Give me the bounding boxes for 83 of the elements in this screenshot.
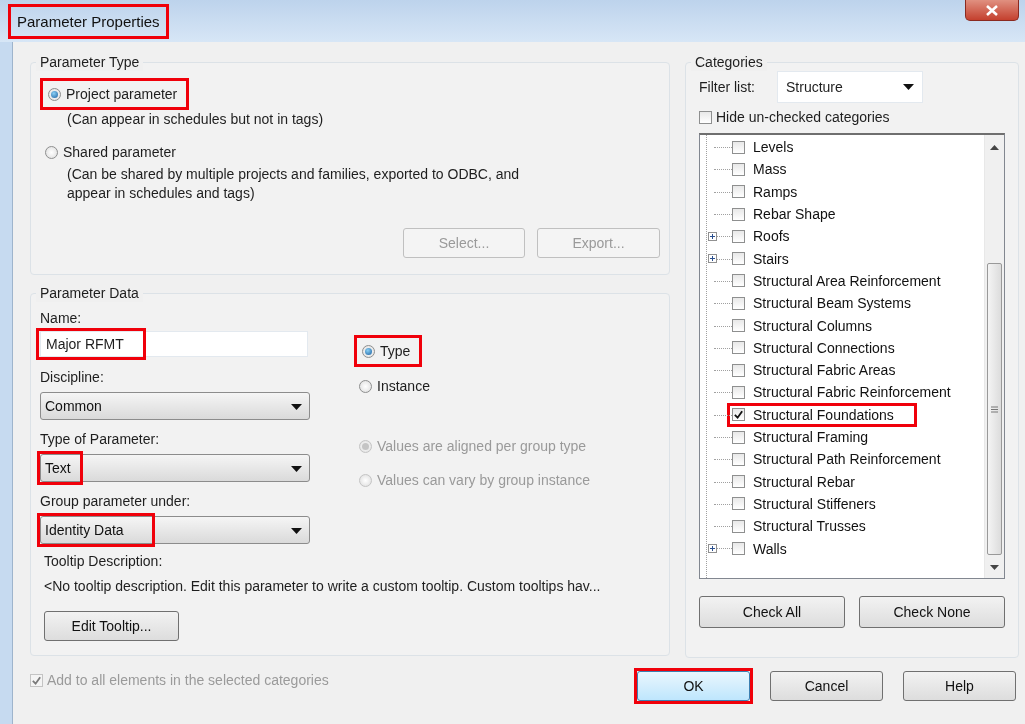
category-item[interactable]: Structural Stiffeners [730, 494, 896, 513]
category-item[interactable]: Structural Area Reinforcement [730, 271, 961, 290]
checkbox[interactable] [732, 207, 745, 221]
window-title: Parameter Properties [8, 3, 169, 39]
category-item[interactable]: Structural Foundations [730, 405, 914, 424]
category-item[interactable]: Levels [730, 138, 814, 157]
checkbox[interactable] [732, 274, 745, 288]
category-item[interactable]: Structural Fabric Areas [730, 361, 916, 380]
field-label: Tooltip Description: [44, 552, 164, 570]
caret-icon [903, 84, 914, 90]
close-icon [986, 4, 998, 16]
category-item[interactable]: Structural Columns [730, 316, 893, 335]
checkbox[interactable] [732, 185, 745, 199]
dropdown[interactable]: Common [40, 392, 310, 420]
checkbox[interactable] [732, 430, 745, 444]
field-label: Discipline: [40, 368, 105, 386]
option-note: (Can appear in schedules but not in tags) [67, 110, 325, 129]
expand-icon[interactable] [708, 254, 717, 264]
category-item[interactable]: Stairs [730, 249, 809, 268]
checkbox[interactable] [732, 341, 745, 355]
scroll-up-icon [990, 145, 999, 150]
checkbox[interactable] [732, 452, 745, 466]
checkbox-label: Hide un-checked categories [716, 109, 890, 125]
filter-dropdown[interactable]: Structure [777, 71, 923, 103]
checkbox[interactable] [732, 363, 745, 377]
option-note: (Can be shared by multiple projects and families, exported to ODBC, and appear in schedules and tags) [67, 165, 521, 203]
expand-icon[interactable] [708, 544, 717, 553]
group-label: Parameter Type [40, 54, 140, 70]
dialog-button[interactable]: Check All [699, 596, 845, 628]
scroll-down-icon [990, 565, 999, 570]
category-item[interactable]: Structural Rebar [730, 472, 875, 491]
grip-icon [991, 405, 998, 413]
checkbox-label: Add to all elements in the selected categories [47, 672, 329, 688]
caret-icon [291, 404, 302, 410]
checkbox[interactable] [732, 475, 745, 489]
category-item[interactable]: Roofs [730, 227, 810, 246]
category-item[interactable]: Rebar Shape [730, 205, 856, 224]
caret-icon [291, 528, 302, 534]
edit-tooltip-button[interactable]: Edit Tooltip... [44, 611, 179, 641]
category-item[interactable]: Structural Connections [730, 338, 915, 357]
checkbox[interactable] [732, 229, 745, 243]
category-item[interactable]: Ramps [730, 182, 818, 201]
checkbox[interactable] [732, 542, 745, 555]
caret-icon [291, 466, 302, 472]
category-item[interactable]: Walls [730, 539, 807, 558]
radio-option[interactable]: Instance [354, 373, 439, 399]
category-item[interactable]: Structural Fabric Reinforcement [730, 383, 971, 402]
dialog-button[interactable]: Cancel [770, 671, 883, 701]
dialog-button[interactable]: Help [903, 671, 1016, 701]
check-icon [31, 674, 42, 686]
name-field[interactable]: Major RFMT [40, 331, 308, 357]
expand-icon[interactable] [708, 231, 717, 241]
category-item[interactable]: Structural Beam Systems [730, 294, 931, 313]
category-item[interactable]: Structural Trusses [730, 517, 886, 536]
checkbox[interactable] [732, 385, 745, 399]
field-label: Type of Parameter: [40, 430, 161, 448]
checkbox[interactable] [732, 140, 745, 154]
checkbox[interactable] [732, 296, 745, 310]
tooltip-description: <No tooltip description. Edit this parameter to write a custom tooltip. Custom tooltips hav... [44, 577, 602, 595]
field-label: Name: [40, 309, 83, 327]
scrollbar-thumb[interactable] [987, 263, 1002, 555]
radio-option[interactable]: Shared parameter [40, 139, 185, 165]
category-item[interactable]: Structural Path Reinforcement [730, 450, 961, 469]
dialog-button[interactable]: Check None [859, 596, 1005, 628]
checkbox[interactable] [732, 319, 745, 333]
field-label: Group parameter under: [40, 492, 192, 510]
radio-option[interactable]: Project parameter [43, 81, 187, 107]
category-item[interactable]: Structural Framing [730, 428, 889, 446]
checkbox[interactable] [732, 252, 745, 266]
dropdown[interactable]: Identity Data [40, 516, 310, 544]
category-item[interactable]: Mass [730, 160, 807, 179]
dropdown[interactable]: Text [40, 454, 310, 482]
field-label: Filter list: [699, 79, 755, 95]
checkbox[interactable] [732, 497, 745, 511]
group-label: Categories [695, 54, 763, 70]
checkbox[interactable] [732, 162, 745, 176]
checkbox[interactable] [732, 519, 745, 533]
check-icon [733, 409, 744, 421]
radio-option[interactable]: Type [357, 338, 420, 364]
checkbox[interactable] [732, 408, 745, 422]
dialog-button[interactable]: OK [637, 671, 750, 701]
close-button[interactable] [965, 0, 1019, 21]
group-label: Parameter Data [40, 285, 139, 301]
